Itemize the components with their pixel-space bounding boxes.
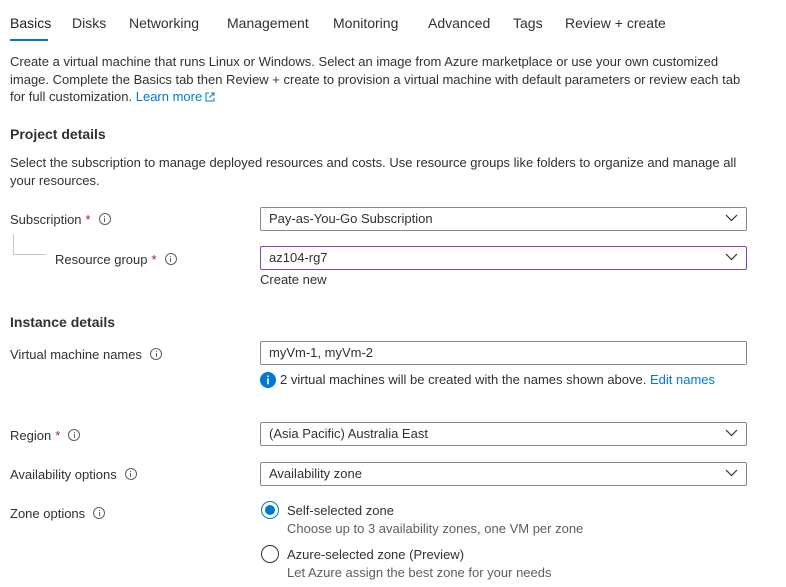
subscription-label: Subscription * xyxy=(10,212,111,227)
zone-options-label: Zone options xyxy=(10,506,106,521)
edit-names-link[interactable]: Edit names xyxy=(650,372,715,387)
info-icon[interactable] xyxy=(164,253,177,265)
tab-bar: Basics Disks Networking Management Monit… xyxy=(0,0,786,44)
project-details-heading: Project details xyxy=(10,126,106,142)
chevron-down-icon xyxy=(725,469,738,477)
region-dropdown[interactable]: (Asia Pacific) Australia East xyxy=(260,422,747,446)
vm-names-label: Virtual machine names xyxy=(10,347,162,362)
subscription-label-text: Subscription xyxy=(10,212,82,227)
region-label-text: Region xyxy=(10,428,52,443)
azure-selected-zone-title[interactable]: Azure-selected zone (Preview) xyxy=(287,547,464,562)
required-marker: * xyxy=(151,252,157,267)
required-marker: * xyxy=(55,428,61,443)
info-icon[interactable] xyxy=(124,468,137,480)
info-icon[interactable] xyxy=(93,507,106,519)
info-filled-icon xyxy=(260,372,276,388)
tab-basics[interactable]: Basics xyxy=(10,15,51,31)
info-icon[interactable] xyxy=(68,429,81,441)
learn-more-label[interactable]: Learn more xyxy=(136,89,202,104)
region-value: (Asia Pacific) Australia East xyxy=(269,426,428,441)
resource-group-value: az104-rg7 xyxy=(269,250,328,265)
vm-names-label-text: Virtual machine names xyxy=(10,347,142,362)
self-selected-zone-radio[interactable] xyxy=(261,501,279,519)
chevron-down-icon xyxy=(725,214,738,222)
intro-description: Create a virtual machine that runs Linux… xyxy=(10,53,750,106)
vm-names-input[interactable]: myVm-1, myVm-2 xyxy=(260,341,747,365)
zone-options-label-text: Zone options xyxy=(10,506,86,521)
external-link-icon xyxy=(205,92,215,102)
resource-group-label-text: Resource group xyxy=(55,252,148,267)
instance-details-heading: Instance details xyxy=(10,314,116,330)
vm-names-value: myVm-1, myVm-2 xyxy=(269,345,373,360)
subscription-value: Pay-as-You-Go Subscription xyxy=(269,211,433,226)
tab-management[interactable]: Management xyxy=(227,15,309,31)
self-selected-zone-title[interactable]: Self-selected zone xyxy=(287,503,394,518)
tab-disks[interactable]: Disks xyxy=(72,15,106,31)
availability-options-label-text: Availability options xyxy=(10,467,117,482)
azure-selected-zone-description: Let Azure assign the best zone for your … xyxy=(287,565,552,580)
vm-names-note-text: 2 virtual machines will be created with … xyxy=(280,372,647,387)
vm-names-note: 2 virtual machines will be created with … xyxy=(280,372,715,387)
tab-networking[interactable]: Networking xyxy=(129,15,199,31)
availability-options-value: Availability zone xyxy=(269,466,362,481)
tab-review-create[interactable]: Review + create xyxy=(565,15,666,31)
azure-selected-zone-radio[interactable] xyxy=(261,545,279,563)
chevron-down-icon xyxy=(725,429,738,437)
subscription-dropdown[interactable]: Pay-as-You-Go Subscription xyxy=(260,207,747,231)
tree-connector xyxy=(13,234,46,255)
chevron-down-icon xyxy=(725,253,738,261)
region-label: Region * xyxy=(10,428,81,443)
resource-group-dropdown[interactable]: az104-rg7 xyxy=(260,246,747,270)
info-icon[interactable] xyxy=(150,348,162,360)
tab-tags[interactable]: Tags xyxy=(513,15,543,31)
availability-options-label: Availability options xyxy=(10,467,137,482)
availability-options-dropdown[interactable]: Availability zone xyxy=(260,462,747,486)
info-icon[interactable] xyxy=(98,213,111,225)
required-marker: * xyxy=(85,212,91,227)
self-selected-zone-description: Choose up to 3 availability zones, one V… xyxy=(287,521,584,536)
create-new-link[interactable]: Create new xyxy=(260,272,326,287)
project-details-description: Select the subscription to manage deploy… xyxy=(10,155,737,188)
learn-more-link[interactable]: Learn more xyxy=(136,89,215,104)
intro-text: Create a virtual machine that runs Linux… xyxy=(10,54,741,104)
tab-advanced[interactable]: Advanced xyxy=(428,15,490,31)
tab-monitoring[interactable]: Monitoring xyxy=(333,15,398,31)
active-tab-indicator xyxy=(10,39,48,41)
resource-group-label: Resource group * xyxy=(55,252,177,267)
